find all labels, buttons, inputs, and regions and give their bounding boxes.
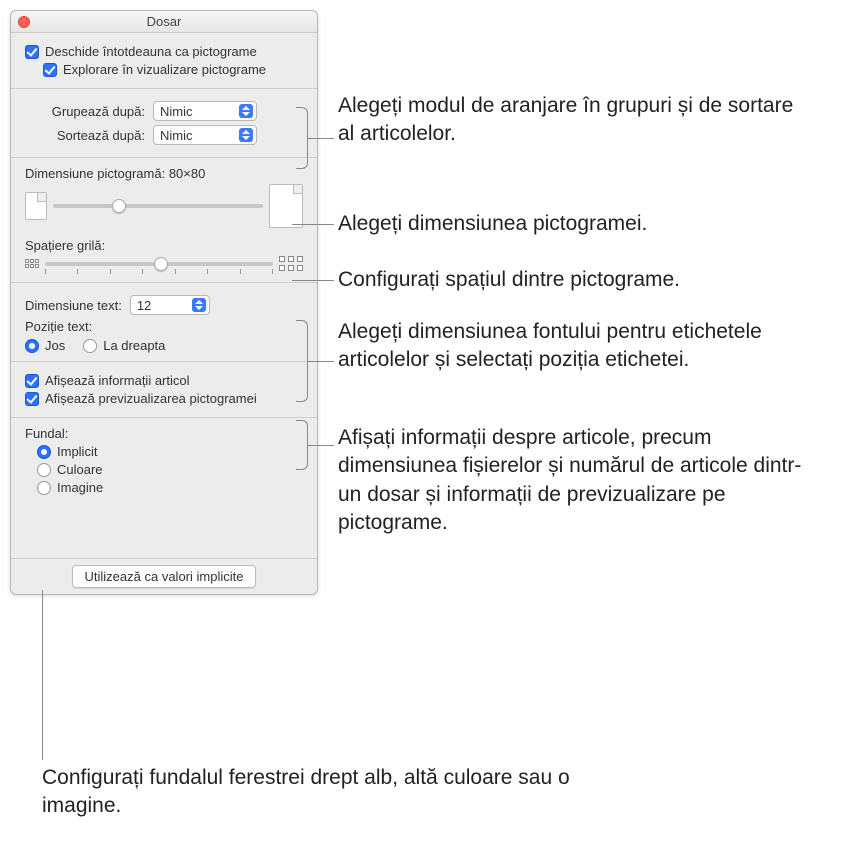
background-default-radio[interactable]: Implicit — [37, 444, 303, 459]
text-position-bottom-radio[interactable]: Jos — [25, 338, 65, 353]
text-position-label: Poziție text: — [25, 319, 303, 334]
document-icon — [25, 192, 47, 220]
callout-line — [292, 224, 334, 225]
checkmark-icon — [25, 374, 39, 388]
sort-by-select[interactable]: Nimic — [153, 125, 257, 145]
checkbox-label: Afișează previzualizarea pictogramei — [45, 391, 257, 406]
close-icon[interactable] — [18, 16, 30, 28]
chevron-updown-icon — [239, 128, 253, 142]
text-size-label: Dimensiune text: — [25, 298, 122, 313]
browse-in-icon-view-checkbox[interactable]: Explorare în vizualizare pictograme — [25, 62, 303, 77]
group-by-select[interactable]: Nimic — [153, 101, 257, 121]
callout-line — [292, 280, 334, 281]
radio-label: Imagine — [57, 480, 103, 495]
radio-label: Implicit — [57, 444, 97, 459]
view-options-panel: Dosar Deschide întotdeauna ca pictograme… — [10, 10, 318, 595]
checkbox-label: Deschide întotdeauna ca pictograme — [45, 44, 257, 59]
radio-icon — [25, 339, 39, 353]
show-icon-preview-checkbox[interactable]: Afișează previzualizarea pictogramei — [25, 391, 303, 406]
radio-label: Jos — [45, 338, 65, 353]
chevron-updown-icon — [192, 298, 206, 312]
text-size-select[interactable]: 12 — [130, 295, 210, 315]
annotation-background: Configurați fundalul ferestrei drept alb… — [42, 764, 642, 821]
callout-line — [308, 361, 334, 362]
annotation-grid-spacing: Configurați spațiul dintre pictograme. — [338, 266, 808, 294]
section-info: Afișează informații articol Afișează pre… — [11, 362, 317, 418]
annotation-sort: Alegeți modul de aranjare în grupuri și … — [338, 92, 808, 149]
show-item-info-checkbox[interactable]: Afișează informații articol — [25, 373, 303, 388]
callout-line — [308, 445, 334, 446]
radio-icon — [37, 445, 51, 459]
document-icon — [269, 184, 303, 228]
radio-label: La dreapta — [103, 338, 165, 353]
section-icon: Dimensiune pictogramă: 80×80 Spațiere gr… — [11, 158, 317, 283]
text-position-right-radio[interactable]: La dreapta — [83, 338, 165, 353]
sort-by-label: Sortează după: — [25, 128, 145, 143]
section-sort: Grupează după: Nimic Sortează după: Nimi… — [11, 89, 317, 158]
background-heading: Fundal: — [25, 426, 303, 441]
grid-spacing-slider[interactable] — [45, 262, 273, 266]
icon-size-slider[interactable] — [53, 204, 263, 208]
grid-spacing-label: Spațiere grilă: — [25, 238, 303, 253]
radio-icon — [83, 339, 97, 353]
icon-size-label: Dimensiune pictogramă: — [25, 166, 165, 181]
background-color-radio[interactable]: Culoare — [37, 462, 303, 477]
section-display: Deschide întotdeauna ca pictograme Explo… — [11, 33, 317, 89]
slider-thumb-icon — [154, 257, 168, 271]
use-as-defaults-button[interactable]: Utilizează ca valori implicite — [72, 565, 257, 588]
section-text: Dimensiune text: 12 Poziție text: Jos La… — [11, 283, 317, 362]
radio-label: Culoare — [57, 462, 103, 477]
checkbox-label: Explorare în vizualizare pictograme — [63, 62, 266, 77]
callout-bracket — [296, 107, 308, 169]
background-image-radio[interactable]: Imagine — [37, 480, 303, 495]
chevron-updown-icon — [239, 104, 253, 118]
icon-size-value: 80×80 — [169, 166, 206, 181]
select-value: Nimic — [160, 104, 193, 119]
titlebar: Dosar — [11, 11, 317, 33]
window-title: Dosar — [147, 14, 182, 29]
select-value: Nimic — [160, 128, 193, 143]
checkmark-icon — [25, 45, 39, 59]
callout-bracket — [296, 420, 308, 470]
annotation-info: Afișați informații despre articole, prec… — [338, 424, 818, 537]
always-open-as-icons-checkbox[interactable]: Deschide întotdeauna ca pictograme — [25, 44, 303, 59]
radio-icon — [37, 481, 51, 495]
annotation-text: Alegeți dimensiunea fontului pentru etic… — [338, 318, 818, 375]
annotation-icon-size: Alegeți dimensiunea pictogramei. — [338, 210, 808, 238]
callout-bracket — [296, 320, 308, 402]
radio-icon — [37, 463, 51, 477]
checkmark-icon — [25, 392, 39, 406]
group-by-label: Grupează după: — [25, 104, 145, 119]
slider-thumb-icon — [112, 199, 126, 213]
callout-line — [42, 590, 43, 760]
checkmark-icon — [43, 63, 57, 77]
grid-loose-icon — [279, 256, 303, 271]
callout-line — [308, 138, 334, 139]
section-background: Fundal: Implicit Culoare Imagine — [11, 418, 317, 558]
checkbox-label: Afișează informații articol — [45, 373, 190, 388]
grid-tight-icon — [25, 259, 39, 268]
select-value: 12 — [137, 298, 151, 313]
